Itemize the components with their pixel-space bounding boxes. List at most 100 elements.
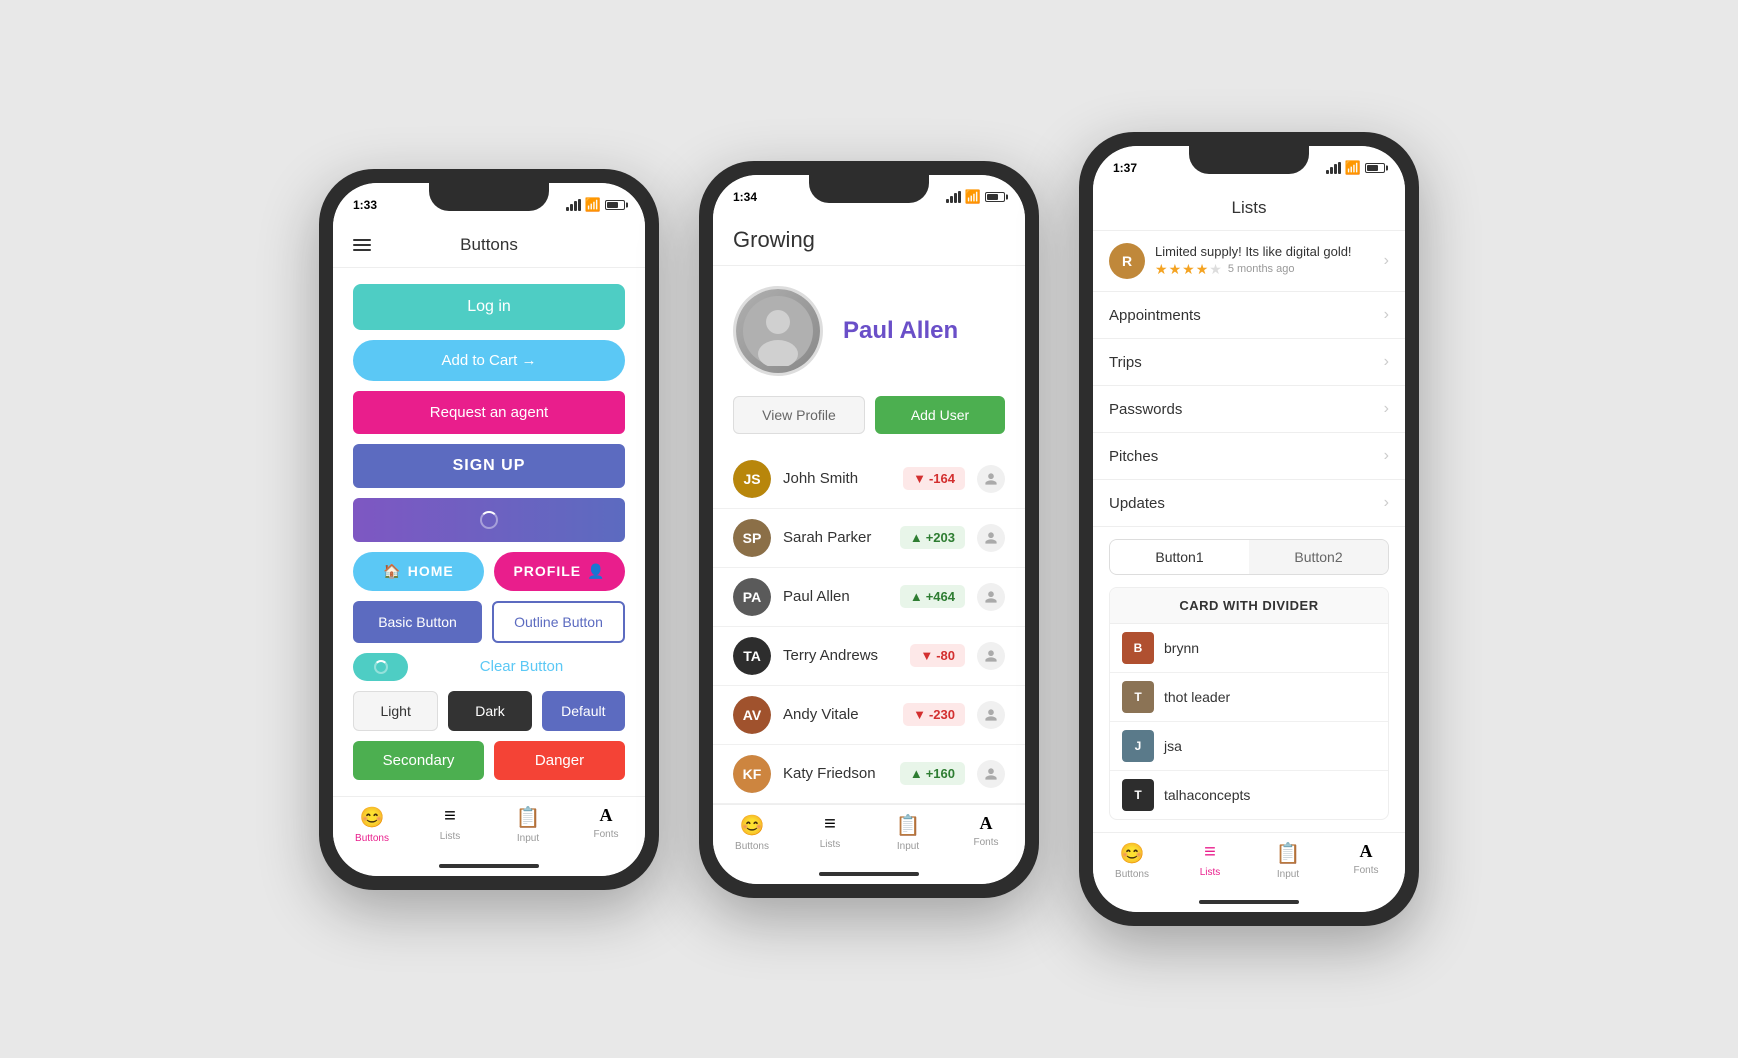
light-dark-default-row: Light Dark Default (353, 691, 625, 731)
tab-fonts[interactable]: A Fonts (567, 805, 645, 844)
phone-1-status-bar: 1:33 📶 (333, 183, 645, 227)
user-action-button[interactable] (977, 760, 1005, 788)
phone-3-inner: 1:37 📶 Lists (1093, 146, 1405, 912)
phone-1-home-indicator (333, 856, 645, 876)
secondary-button[interactable]: Secondary (353, 741, 484, 780)
buttons-tab-icon: 😊 (360, 805, 385, 830)
buttons-tab-icon-3: 😊 (1120, 841, 1145, 866)
view-profile-button[interactable]: View Profile (733, 396, 865, 434)
card-items: B brynn T thot leader J jsa T talhaconce… (1110, 624, 1388, 819)
score-badge: ▲ +160 (900, 762, 965, 785)
card-divider-title: CARD WITH DIVIDER (1110, 588, 1388, 624)
phone-1-title: Buttons (460, 235, 518, 255)
card-item-name: jsa (1164, 738, 1182, 754)
wifi-icon-3: 📶 (1345, 160, 1361, 176)
dark-button[interactable]: Dark (448, 691, 531, 731)
buttons-tab-icon-2: 😊 (740, 813, 765, 838)
tab-input[interactable]: 📋 Input (489, 805, 567, 844)
tab-2-input[interactable]: 📋 Input (869, 813, 947, 852)
review-stars: ★★★★★ (1155, 261, 1222, 278)
review-text: Limited supply! Its like digital gold! (1155, 244, 1374, 259)
tab-2-lists[interactable]: ≡ Lists (791, 813, 869, 852)
profile-button[interactable]: PROFILE 👤 (494, 552, 625, 591)
user-list-item: PA Paul Allen ▲ +464 (713, 568, 1025, 627)
agent-button[interactable]: Request an agent (353, 391, 625, 434)
chevron-right-icon: › (1384, 306, 1389, 324)
buttons-tab-label-2: Buttons (735, 841, 769, 852)
user-list-item: TA Terry Andrews ▼ -80 (713, 627, 1025, 686)
menu-item[interactable]: Updates › (1093, 480, 1405, 527)
tab-2-fonts[interactable]: A Fonts (947, 813, 1025, 852)
person-icon (984, 708, 998, 722)
phone-2: 1:34 📶 Growing (699, 161, 1039, 898)
card-list-item: T thot leader (1110, 673, 1388, 722)
user-action-button[interactable] (977, 642, 1005, 670)
card-list-item: B brynn (1110, 624, 1388, 673)
user-list-item: AV Andy Vitale ▼ -230 (713, 686, 1025, 745)
tab-3-fonts[interactable]: A Fonts (1327, 841, 1405, 880)
phone-3-time: 1:37 (1113, 161, 1137, 175)
user-action-button[interactable] (977, 465, 1005, 493)
person-icon (984, 767, 998, 781)
tab-buttons[interactable]: 😊 Buttons (333, 805, 411, 844)
menu-item[interactable]: Pitches › (1093, 433, 1405, 480)
user-name: Paul Allen (783, 588, 888, 605)
signup-button[interactable]: SIGN UP (353, 444, 625, 488)
phone-1-header: Buttons (333, 227, 645, 268)
outline-button[interactable]: Outline Button (492, 601, 625, 643)
phone-1: 1:33 📶 (319, 169, 659, 890)
segment-btn2[interactable]: Button2 (1249, 540, 1388, 574)
lists-tab-label: Lists (440, 831, 461, 842)
login-button[interactable]: Log in (353, 284, 625, 330)
card-item-name: brynn (1164, 640, 1199, 656)
user-name: Andy Vitale (783, 706, 891, 723)
basic-button[interactable]: Basic Button (353, 601, 482, 643)
danger-button[interactable]: Danger (494, 741, 625, 780)
phone-2-tab-bar: 😊 Buttons ≡ Lists 📋 Input A Fonts (713, 804, 1025, 864)
menu-item[interactable]: Trips › (1093, 339, 1405, 386)
menu-item-label: Pitches (1109, 448, 1158, 465)
home-button[interactable]: 🏠 HOME (353, 552, 484, 591)
phone-2-notch (809, 175, 929, 203)
buttons-tab-label: Buttons (355, 833, 389, 844)
tab-3-input[interactable]: 📋 Input (1249, 841, 1327, 880)
default-button[interactable]: Default (542, 691, 625, 731)
user-avatar: KF (733, 755, 771, 793)
person-icon (984, 649, 998, 663)
menu-item-label: Updates (1109, 495, 1165, 512)
chevron-right-icon: › (1384, 252, 1389, 270)
card-item-name: talhaconcepts (1164, 787, 1250, 803)
phone-3-status-bar: 1:37 📶 (1093, 146, 1405, 190)
loading-button[interactable] (353, 498, 625, 542)
app-title: Growing (733, 227, 1005, 253)
input-tab-icon: 📋 (516, 805, 541, 830)
menu-item[interactable]: Passwords › (1093, 386, 1405, 433)
user-action-button[interactable] (977, 583, 1005, 611)
profile-avatar (733, 286, 823, 376)
segment-btn1[interactable]: Button1 (1110, 540, 1249, 574)
tab-3-lists[interactable]: ≡ Lists (1171, 841, 1249, 880)
review-card[interactable]: R Limited supply! Its like digital gold!… (1093, 231, 1405, 292)
battery-icon-2 (985, 192, 1005, 202)
toggle-button[interactable] (353, 653, 408, 681)
tab-lists[interactable]: ≡ Lists (411, 805, 489, 844)
battery-icon (605, 200, 625, 210)
menu-item[interactable]: Appointments › (1093, 292, 1405, 339)
add-user-button[interactable]: Add User (875, 396, 1005, 434)
menu-item-label: Trips (1109, 354, 1142, 371)
cart-button[interactable]: Add to Cart → (353, 340, 625, 381)
toggle-clear-row: Clear Button (353, 653, 625, 681)
user-action-button[interactable] (977, 524, 1005, 552)
clear-button[interactable]: Clear Button (418, 658, 625, 675)
fonts-tab-icon-3: A (1360, 841, 1373, 862)
user-action-button[interactable] (977, 701, 1005, 729)
card-avatar: T (1122, 779, 1154, 811)
user-avatar: JS (733, 460, 771, 498)
lists-tab-icon-3: ≡ (1204, 841, 1216, 864)
tab-3-buttons[interactable]: 😊 Buttons (1093, 841, 1171, 880)
light-button[interactable]: Light (353, 691, 438, 731)
hamburger-icon[interactable] (353, 239, 371, 251)
user-icon: 👤 (587, 563, 605, 580)
tab-2-buttons[interactable]: 😊 Buttons (713, 813, 791, 852)
spinner-icon (480, 511, 498, 529)
